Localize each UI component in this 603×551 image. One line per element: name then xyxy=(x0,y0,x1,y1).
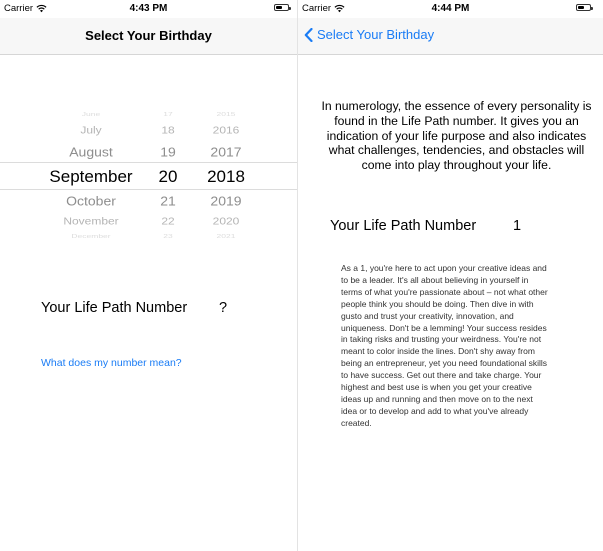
picker-month-column[interactable]: June July August September October November De… xyxy=(32,100,150,250)
life-path-label: Your Life Path Number xyxy=(41,300,188,316)
back-button-label: Select Your Birthday xyxy=(317,27,435,42)
status-time: 4:44 PM xyxy=(431,3,470,14)
picker-month-item-selected[interactable]: September xyxy=(32,167,150,187)
back-button[interactable]: Select Your Birthday xyxy=(304,27,434,42)
meaning-link[interactable]: What does my number mean? xyxy=(41,357,182,369)
status-bar: Carrier 4:43 PM xyxy=(0,0,297,18)
life-path-value: 1 xyxy=(513,218,522,234)
picker-year-item[interactable]: 2017 xyxy=(196,144,256,159)
battery-icon xyxy=(274,4,291,11)
picker-day-item[interactable]: 19 xyxy=(148,144,188,159)
picker-month-item[interactable]: August xyxy=(32,144,150,159)
navigation-bar: Select Your Birthday xyxy=(0,18,297,55)
picker-year-item[interactable]: 2019 xyxy=(196,193,256,208)
status-time: 4:43 PM xyxy=(129,3,168,14)
picker-day-item[interactable]: 21 xyxy=(148,193,188,208)
chevron-left-icon xyxy=(304,27,313,42)
picker-year-column[interactable]: 2015 2016 2017 2018 2019 2020 2021 xyxy=(196,100,256,250)
picker-year-item-selected[interactable]: 2018 xyxy=(196,167,256,187)
date-picker[interactable]: June July August September October November De… xyxy=(0,100,297,250)
battery-icon xyxy=(576,4,593,11)
numerology-intro: In numerology, the essence of every pers… xyxy=(321,99,592,173)
life-path-detail-screen: Carrier 4:44 PM Select Your Birthday In … xyxy=(298,0,603,551)
picker-year-item[interactable]: 2015 xyxy=(196,111,256,117)
picker-year-item[interactable]: 2021 xyxy=(196,233,256,239)
picker-month-item[interactable]: July xyxy=(32,124,150,136)
picker-month-item[interactable]: June xyxy=(32,111,150,117)
picker-day-item[interactable]: 22 xyxy=(148,215,188,227)
picker-day-item-selected[interactable]: 20 xyxy=(148,167,188,187)
picker-year-item[interactable]: 2016 xyxy=(196,124,256,136)
navigation-bar: Select Your Birthday xyxy=(298,18,603,55)
status-bar: Carrier 4:44 PM xyxy=(298,0,603,18)
life-path-description: As a 1, you're here to act upon your cre… xyxy=(341,263,548,428)
picker-day-column[interactable]: 17 18 19 20 21 22 23 xyxy=(148,100,188,250)
picker-day-item[interactable]: 18 xyxy=(148,124,188,136)
nav-title: Select Your Birthday xyxy=(85,28,212,43)
life-path-label: Your Life Path Number xyxy=(330,218,477,234)
picker-year-item[interactable]: 2020 xyxy=(196,215,256,227)
picker-day-item[interactable]: 23 xyxy=(148,233,188,239)
picker-month-item[interactable]: December xyxy=(32,233,150,239)
birthday-screen: Carrier 4:43 PM Select Your Birthday Jun… xyxy=(0,0,297,551)
picker-day-item[interactable]: 17 xyxy=(148,111,188,117)
life-path-value: ? xyxy=(219,300,228,316)
picker-month-item[interactable]: November xyxy=(32,215,150,227)
picker-month-item[interactable]: October xyxy=(32,193,150,208)
